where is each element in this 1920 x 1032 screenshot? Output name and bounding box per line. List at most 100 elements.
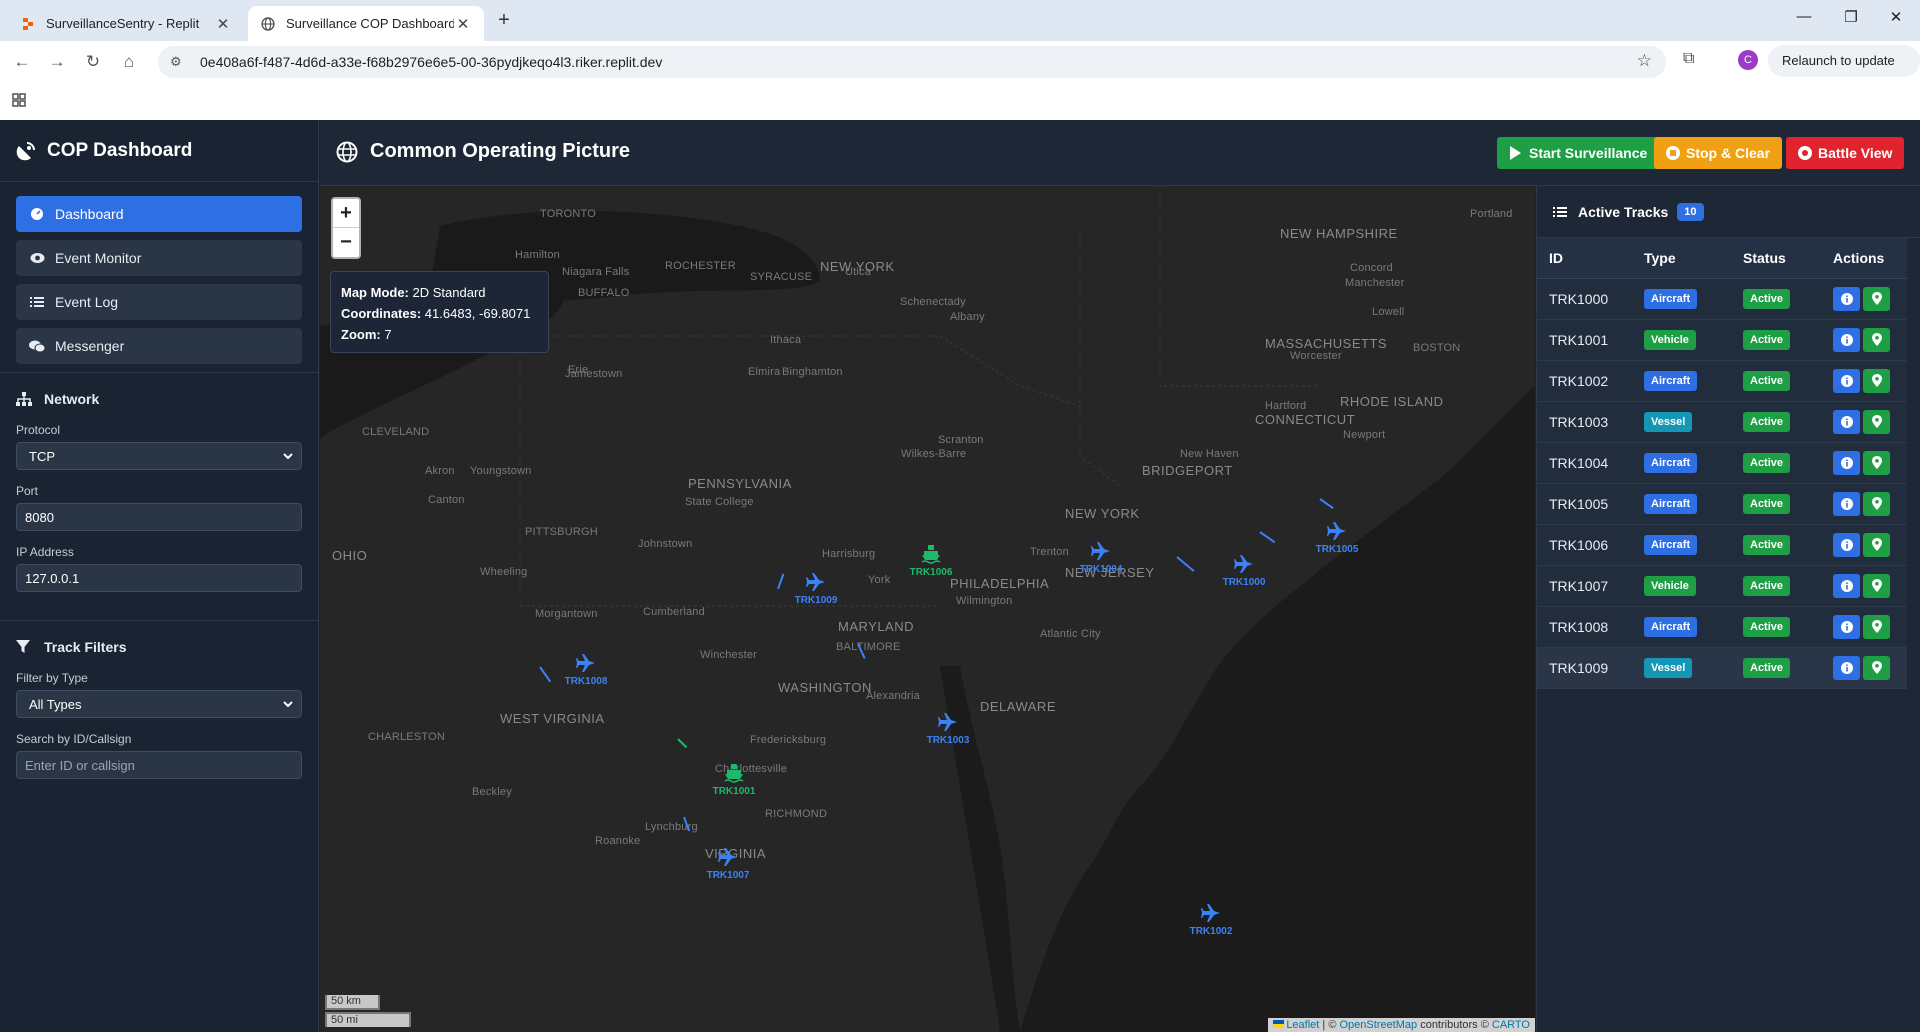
info-button[interactable] [1833,491,1860,516]
close-tab-icon[interactable]: ✕ [214,15,232,33]
sidebar-item-dashboard[interactable]: Dashboard [16,196,302,232]
info-button[interactable] [1833,327,1860,352]
table-row[interactable]: TRK1001 Vehicle Active [1537,319,1907,361]
column-header: Actions [1821,238,1907,279]
info-button[interactable] [1833,655,1860,680]
info-button[interactable] [1833,614,1860,639]
ip-address-input[interactable]: 127.0.0.1 [16,564,302,592]
osm-link[interactable]: OpenStreetMap [1339,1019,1417,1031]
track-marker-trk1007[interactable]: TRK1007 [698,846,758,881]
tab-search-icon[interactable]: ⧉ [1683,50,1694,68]
sidebar-item-label: Event Monitor [55,250,142,266]
track-actions-cell [1821,524,1907,566]
map-pin-icon [1871,292,1882,305]
tab-cop-dashboard[interactable]: Surveillance COP Dashboard ✕ [248,6,484,41]
locate-button[interactable] [1863,409,1890,434]
table-row[interactable]: TRK1003 Vessel Active [1537,401,1907,443]
table-row[interactable]: TRK1005 Aircraft Active [1537,483,1907,525]
site-info-icon[interactable]: ⚙ [170,54,190,70]
track-marker-trk1009[interactable]: TRK1009 [786,571,846,606]
track-marker-trk1002[interactable]: TRK1002 [1181,902,1241,937]
info-icon [1840,661,1853,674]
table-row[interactable]: TRK1008 Aircraft Active [1537,606,1907,648]
carto-link[interactable]: CARTO [1492,1019,1530,1031]
track-marker-trk1001[interactable]: TRK1001 [704,762,764,797]
info-icon [1840,579,1853,592]
sidebar-item-messenger[interactable]: Messenger [16,328,302,364]
track-type-cell: Aircraft [1632,360,1731,402]
zoom-out-button[interactable]: − [333,228,359,257]
track-id-cell: TRK1002 [1537,360,1632,402]
locate-button[interactable] [1863,614,1890,639]
info-button[interactable] [1833,409,1860,434]
profile-avatar[interactable]: C [1738,50,1758,70]
filter-type-select[interactable]: All Types [16,690,302,718]
track-marker-trk1008[interactable]: TRK1008 [556,652,616,687]
track-id-cell: TRK1001 [1537,319,1632,361]
forward-icon[interactable]: → [45,50,69,74]
locate-button[interactable] [1863,573,1890,598]
locate-button[interactable] [1863,491,1890,516]
tracks-table-body: TRK1000 Aircraft Active TRK1001 Vehicle Activ… [1537,278,1907,689]
url-text: 0e408a6f-f487-4d6d-a33e-f68b2976e6e5-00-… [200,54,663,70]
home-icon[interactable]: ⌂ [117,50,141,74]
back-icon[interactable]: ← [10,50,34,74]
info-button[interactable] [1833,573,1860,598]
track-label: TRK1009 [794,595,838,606]
brand-title: COP Dashboard [47,139,193,161]
table-row[interactable]: TRK1009 Vessel Active [1537,647,1907,689]
address-bar[interactable]: ⚙ 0e408a6f-f487-4d6d-a33e-f68b2976e6e5-0… [158,46,1666,78]
info-button[interactable] [1833,368,1860,393]
battle-view-button[interactable]: Battle View [1786,137,1905,169]
info-button[interactable] [1833,532,1860,557]
map-mode-label: Map Mode: [341,285,409,300]
leaflet-flag-icon [1273,1020,1285,1028]
locate-button[interactable] [1863,532,1890,557]
tab-replit[interactable]: SurveillanceSentry - Replit ✕ [8,6,244,41]
track-marker-trk1003[interactable]: TRK1003 [918,711,978,746]
locate-button[interactable] [1863,286,1890,311]
search-input[interactable]: Enter ID or callsign [16,751,302,779]
close-tab-icon[interactable]: ✕ [454,15,472,33]
apps-grid-icon[interactable] [12,93,26,111]
locate-button[interactable] [1863,327,1890,352]
track-marker-trk1004[interactable]: TRK1004 [1071,540,1131,575]
port-input[interactable]: 8080 [16,503,302,531]
table-row[interactable]: TRK1000 Aircraft Active [1537,278,1907,320]
aircraft-icon [1233,553,1255,575]
locate-button[interactable] [1863,655,1890,680]
zoom-in-button[interactable]: + [333,199,359,228]
status-badge: Active [1743,288,1791,309]
sidebar-item-event-monitor[interactable]: Event Monitor [16,240,302,276]
track-status-cell: Active [1731,360,1821,402]
relaunch-button[interactable]: Relaunch to update ⋮ [1768,45,1920,100]
track-marker-trk1000[interactable]: TRK1000 [1214,553,1274,588]
info-button[interactable] [1833,450,1860,475]
network-section: Network Protocol TCP Port 8080 IP Addres… [0,372,318,620]
start-surveillance-button[interactable]: Start Surveillance [1497,137,1660,169]
map-canvas[interactable]: + − Map Mode: 2D Standard Coordinates: 4… [320,186,1535,1032]
minimize-icon[interactable]: — [1784,8,1824,25]
info-button[interactable] [1833,286,1860,311]
stop-clear-button[interactable]: Stop & Clear [1654,137,1783,169]
leaflet-link[interactable]: Leaflet [1286,1019,1319,1031]
track-marker-trk1005[interactable]: TRK1005 [1307,520,1367,555]
map-place-label: York [868,574,891,586]
table-row[interactable]: TRK1007 Vehicle Active [1537,565,1907,607]
ip-label: IP Address [16,545,74,559]
reload-icon[interactable]: ↻ [81,50,105,74]
close-window-icon[interactable]: ✕ [1876,8,1916,26]
protocol-select[interactable]: TCP [16,442,302,470]
restore-icon[interactable]: ❐ [1831,8,1871,26]
locate-button[interactable] [1863,450,1890,475]
new-tab-button[interactable]: + [492,9,516,32]
table-row[interactable]: TRK1004 Aircraft Active [1537,442,1907,484]
table-row[interactable]: TRK1006 Aircraft Active [1537,524,1907,566]
track-marker-trk1006[interactable]: TRK1006 [901,543,961,578]
table-row[interactable]: TRK1002 Aircraft Active [1537,360,1907,402]
map-info-box: Map Mode: 2D Standard Coordinates: 41.64… [330,271,549,353]
locate-button[interactable] [1863,368,1890,393]
sidebar-item-event-log[interactable]: Event Log [16,284,302,320]
bookmark-star-icon[interactable]: ☆ [1637,51,1652,71]
track-actions-cell [1821,360,1907,402]
